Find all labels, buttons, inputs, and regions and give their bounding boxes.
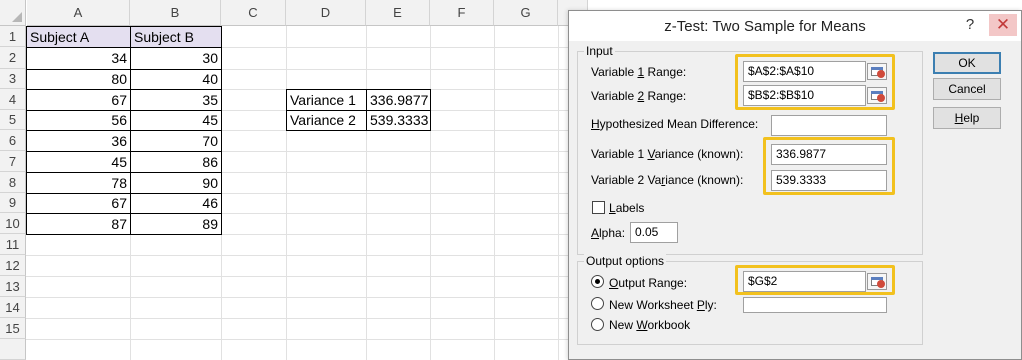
cell-b9[interactable]: 46 bbox=[130, 193, 222, 214]
cell-a1[interactable]: Subject A bbox=[26, 26, 131, 48]
cell-a7[interactable]: 45 bbox=[26, 151, 131, 173]
row-header[interactable]: 14 bbox=[0, 297, 26, 318]
cell-b1[interactable]: Subject B bbox=[130, 26, 222, 48]
alpha-input[interactable]: 0.05 bbox=[630, 222, 678, 243]
cell-b4[interactable]: 35 bbox=[130, 89, 222, 111]
row-header[interactable] bbox=[0, 339, 26, 360]
row-header[interactable]: 7 bbox=[0, 151, 26, 172]
new-worksheet-radio[interactable] bbox=[591, 297, 604, 310]
cell-d4[interactable]: Variance 1 bbox=[286, 89, 367, 111]
column-header-d[interactable]: D bbox=[286, 0, 366, 26]
row-header[interactable]: 4 bbox=[0, 89, 26, 110]
variable2-range-label: Variable 2 Range: bbox=[591, 89, 687, 103]
variable1-variance-input[interactable]: 336.9877 bbox=[771, 144, 887, 165]
input-group-label: Input bbox=[584, 44, 615, 58]
new-worksheet-input[interactable] bbox=[743, 297, 887, 313]
cell-b3[interactable]: 40 bbox=[130, 69, 222, 90]
variable2-variance-input[interactable]: 539.3333 bbox=[771, 170, 887, 191]
cell-a9[interactable]: 67 bbox=[26, 193, 131, 214]
cell-b10[interactable]: 89 bbox=[130, 213, 222, 235]
range-selector-icon[interactable] bbox=[867, 63, 887, 80]
output-range-input[interactable]: $G$2 bbox=[743, 271, 866, 292]
alpha-label: Alpha: bbox=[591, 226, 626, 240]
column-header-f[interactable]: F bbox=[430, 0, 494, 26]
labels-checkbox[interactable] bbox=[592, 201, 605, 214]
column-header-a[interactable]: A bbox=[27, 0, 130, 26]
variable1-range-input[interactable]: $A$2:$A$10 bbox=[743, 61, 866, 82]
ok-button[interactable]: OK bbox=[933, 52, 1001, 74]
cancel-button[interactable]: Cancel bbox=[933, 78, 1001, 100]
row-header[interactable]: 6 bbox=[0, 130, 26, 151]
help-button[interactable]: Help bbox=[933, 107, 1001, 129]
labels-label: Labels bbox=[609, 201, 645, 215]
dialog-titlebar[interactable]: z-Test: Two Sample for Means ? ✕ bbox=[569, 11, 1021, 41]
row-header[interactable]: 9 bbox=[0, 193, 26, 213]
variable2-variance-label: Variable 2 Variance (known): bbox=[591, 173, 744, 187]
column-header-e[interactable]: E bbox=[366, 0, 430, 26]
cell-a10[interactable]: 87 bbox=[26, 213, 131, 235]
row-header[interactable]: 1 bbox=[0, 26, 26, 47]
ztest-dialog: z-Test: Two Sample for Means ? ✕ Input V… bbox=[568, 10, 1022, 360]
new-worksheet-label: New Worksheet Ply: bbox=[609, 298, 717, 312]
row-header[interactable]: 2 bbox=[0, 47, 26, 69]
cell-a5[interactable]: 56 bbox=[26, 110, 131, 131]
output-range-radio[interactable] bbox=[591, 275, 604, 288]
row-header[interactable]: 13 bbox=[0, 276, 26, 297]
cell-a6[interactable]: 36 bbox=[26, 130, 131, 152]
new-workbook-radio[interactable] bbox=[591, 318, 604, 331]
cell-b5[interactable]: 45 bbox=[130, 110, 222, 131]
row-header[interactable]: 12 bbox=[0, 255, 26, 276]
cell-a4[interactable]: 67 bbox=[26, 89, 131, 111]
cell-e4[interactable]: 336.9877 bbox=[366, 89, 431, 111]
column-header-b[interactable]: B bbox=[130, 0, 221, 26]
cell-b6[interactable]: 70 bbox=[130, 130, 222, 152]
help-icon[interactable]: ? bbox=[957, 14, 983, 36]
cell-d5[interactable]: Variance 2 bbox=[286, 110, 367, 131]
column-header-c[interactable]: C bbox=[221, 0, 286, 26]
output-group-label: Output options bbox=[584, 254, 667, 268]
hypothesized-mean-input[interactable] bbox=[771, 115, 887, 136]
output-range-label: Output Range: bbox=[609, 276, 688, 290]
cell-a2[interactable]: 34 bbox=[26, 47, 131, 70]
row-header[interactable]: 15 bbox=[0, 318, 26, 339]
variable2-range-input[interactable]: $B$2:$B$10 bbox=[743, 85, 866, 106]
row-header[interactable]: 8 bbox=[0, 172, 26, 193]
row-header[interactable]: 11 bbox=[0, 234, 26, 255]
row-header[interactable]: 3 bbox=[0, 69, 26, 89]
range-selector-icon[interactable] bbox=[867, 87, 887, 104]
cell-a8[interactable]: 78 bbox=[26, 172, 131, 194]
cell-b8[interactable]: 90 bbox=[130, 172, 222, 194]
cell-e5[interactable]: 539.3333 bbox=[366, 110, 431, 131]
select-all-corner[interactable] bbox=[0, 0, 26, 26]
close-icon[interactable]: ✕ bbox=[989, 14, 1017, 36]
row-header[interactable]: 10 bbox=[0, 213, 26, 234]
variable1-variance-label: Variable 1 Variance (known): bbox=[591, 147, 744, 161]
range-selector-icon[interactable] bbox=[867, 273, 887, 290]
new-workbook-label: New Workbook bbox=[609, 318, 691, 332]
cell-b7[interactable]: 86 bbox=[130, 151, 222, 173]
cell-b2[interactable]: 30 bbox=[130, 47, 222, 70]
row-header[interactable]: 5 bbox=[0, 110, 26, 130]
dialog-title: z-Test: Two Sample for Means bbox=[664, 18, 866, 35]
hypothesized-mean-label: Hypothesized Mean Difference: bbox=[591, 117, 759, 131]
variable1-range-label: Variable 1 Range: bbox=[591, 65, 687, 79]
column-header-g[interactable]: G bbox=[494, 0, 558, 26]
cell-a3[interactable]: 80 bbox=[26, 69, 131, 90]
